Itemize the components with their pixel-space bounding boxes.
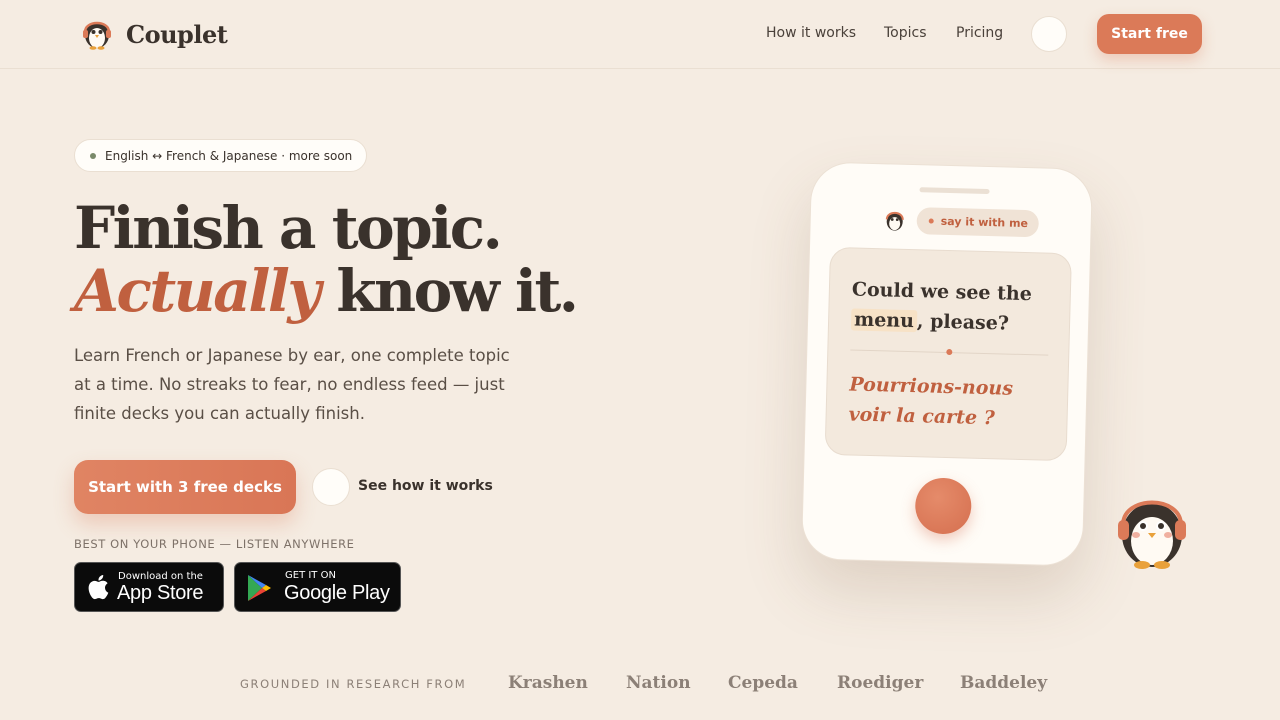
- hero-title-line-1: Finish a topic.: [74, 194, 503, 262]
- nav-link-how-it-works[interactable]: How it works: [766, 25, 856, 41]
- say-it-with-me-pill: say it with me: [916, 207, 1040, 238]
- google-play-button[interactable]: GET IT ON Google Play: [234, 562, 401, 612]
- language-badge: English ↔ French & Japanese · more soon: [74, 139, 368, 172]
- google-play-icon: [248, 575, 271, 601]
- theme-toggle-button[interactable]: [1031, 16, 1067, 52]
- top-nav: Couplet How it works Topics Pricing Star…: [0, 0, 1280, 69]
- penguin-mascot-icon: [1118, 500, 1186, 569]
- app-store-big-text: App Store: [117, 582, 204, 604]
- nav-link-pricing[interactable]: Pricing: [956, 25, 1003, 41]
- start-free-button[interactable]: Start free: [1097, 14, 1202, 54]
- google-play-small-text: GET IT ON: [285, 570, 336, 581]
- language-badge-text: English ↔ French & Japanese · more soon: [105, 148, 353, 163]
- phrase-card: Could we see the menu, please? Pourrions…: [824, 246, 1072, 462]
- english-phrase-end: , please?: [916, 310, 1010, 335]
- researcher-name: Baddeley: [960, 673, 1048, 693]
- brand-logo[interactable]: Couplet: [82, 18, 228, 50]
- apple-icon: [88, 575, 109, 600]
- brand-name: Couplet: [126, 19, 228, 49]
- phone-frame: say it with me Could we see the menu, pl…: [800, 161, 1094, 567]
- pill-label: say it with me: [940, 214, 1029, 231]
- researcher-name: Roediger: [837, 673, 924, 693]
- app-store-button[interactable]: Download on the App Store: [74, 562, 224, 612]
- start-free-decks-button[interactable]: Start with 3 free decks: [74, 460, 296, 514]
- phone-notch: [919, 187, 990, 195]
- google-play-big-text: Google Play: [284, 582, 390, 604]
- researcher-name: Cepeda: [728, 673, 798, 693]
- hero-title-line-2: Actually know it.: [74, 262, 579, 320]
- play-video-button[interactable]: [312, 468, 350, 506]
- english-phrase: Could we see the menu, please?: [850, 274, 1062, 339]
- phone-label: BEST ON YOUR PHONE — LISTEN ANYWHERE: [74, 537, 355, 551]
- research-label: GROUNDED IN RESEARCH FROM: [240, 677, 467, 691]
- english-phrase-start: Could we see the: [851, 278, 1033, 306]
- see-how-it-works-link[interactable]: See how it works: [358, 478, 493, 494]
- researcher-name: Krashen: [508, 673, 588, 693]
- french-phrase: Pourrions-nous voir la carte ?: [848, 373, 1014, 430]
- app-store-small-text: Download on the: [118, 571, 203, 582]
- pill-dot: [928, 218, 934, 224]
- researcher-name: Nation: [626, 673, 691, 693]
- divider-dot: [946, 348, 953, 356]
- hero-title-rest: know it.: [318, 257, 579, 325]
- hero-title-accent: Actually: [74, 257, 321, 325]
- status-dot: [90, 152, 96, 159]
- record-button[interactable]: [914, 477, 973, 535]
- phone-mockup: say it with me Could we see the menu, pl…: [800, 161, 1094, 567]
- penguin-avatar-icon: [885, 211, 904, 231]
- nav-link-topics[interactable]: Topics: [884, 25, 927, 41]
- highlighted-word: menu: [850, 308, 918, 333]
- penguin-logo-icon: [83, 21, 111, 50]
- hero-lead: Learn French or Japanese by ear, one com…: [74, 346, 510, 423]
